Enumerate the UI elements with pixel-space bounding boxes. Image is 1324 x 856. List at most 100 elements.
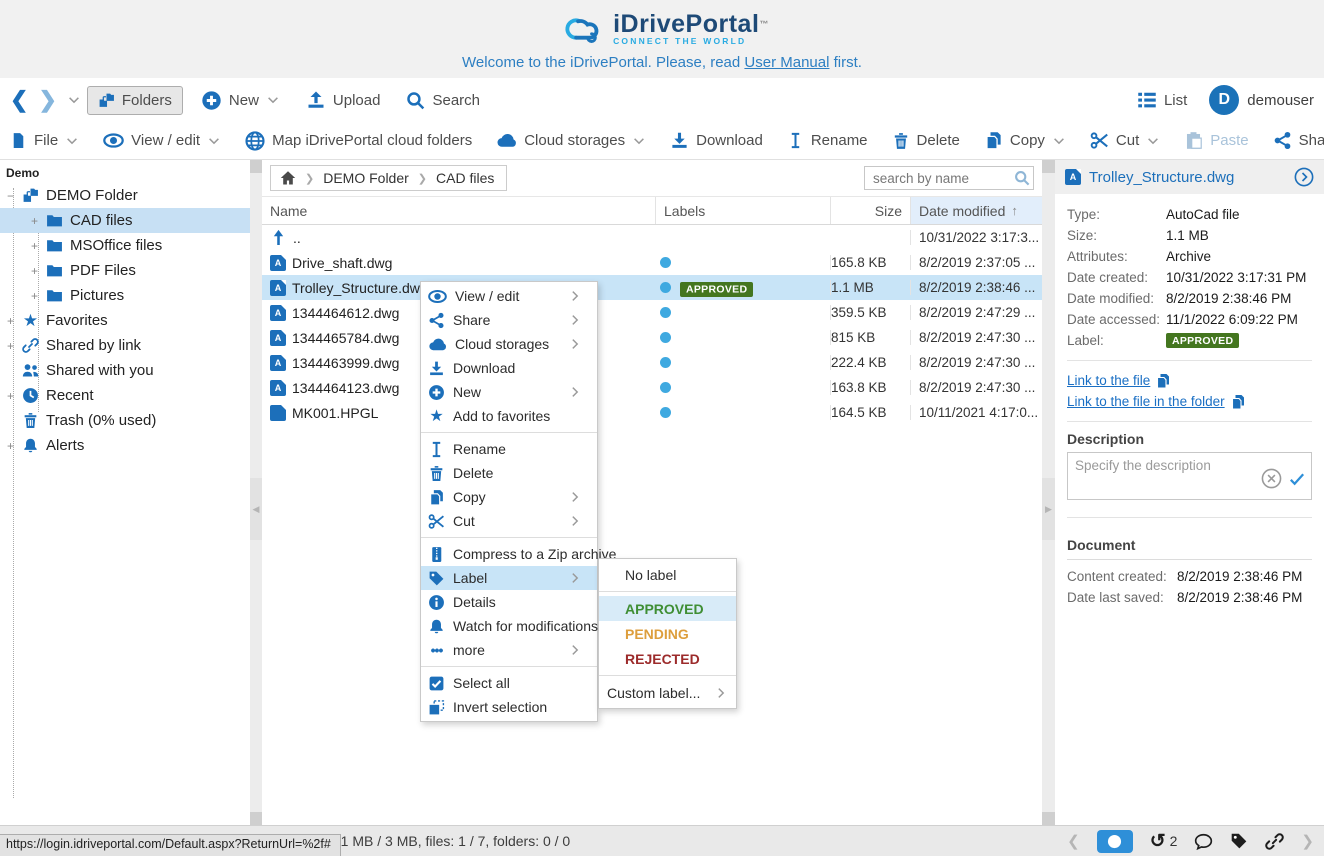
submenu-item-approved[interactable]: APPROVED bbox=[599, 596, 736, 621]
tree-expander[interactable]: − bbox=[7, 189, 22, 203]
column-header-size[interactable]: Size bbox=[830, 197, 910, 224]
map-cloud-folders-button[interactable]: Map iDrivePortal cloud folders bbox=[245, 131, 472, 151]
table-row-file-selected[interactable]: ATrolley_Structure.dwg APPROVED 1.1 MB 8… bbox=[262, 275, 1042, 300]
delete-button[interactable]: Delete bbox=[892, 132, 960, 150]
menu-item-select-all[interactable]: Select all bbox=[421, 671, 597, 695]
tree-expander[interactable]: + bbox=[31, 264, 46, 278]
link-to-file[interactable]: Link to the file bbox=[1067, 370, 1312, 391]
menu-item-cloud-storages[interactable]: Cloud storages bbox=[421, 332, 597, 356]
cloud-storages-button[interactable]: Cloud storages bbox=[496, 130, 646, 151]
sidebar-item-recent[interactable]: + Recent bbox=[0, 383, 250, 408]
home-icon[interactable] bbox=[280, 170, 296, 186]
menu-item-share[interactable]: Share bbox=[421, 308, 597, 332]
menu-item-add-to-favorites[interactable]: ★Add to favorites bbox=[421, 404, 597, 428]
sidebar-item-trash[interactable]: Trash (0% used) bbox=[0, 408, 250, 433]
menu-item-rename[interactable]: Rename bbox=[421, 437, 597, 461]
breadcrumb-demo-folder[interactable]: DEMO Folder bbox=[323, 170, 409, 186]
links-tab-button[interactable] bbox=[1265, 832, 1284, 851]
tree-expander[interactable]: + bbox=[31, 239, 46, 253]
paste-button[interactable]: Paste bbox=[1184, 131, 1248, 150]
tree-expander[interactable]: + bbox=[7, 339, 22, 353]
labels-tab-button[interactable] bbox=[1230, 832, 1248, 850]
menu-item-new[interactable]: New bbox=[421, 380, 597, 404]
folders-button[interactable]: Folders bbox=[87, 86, 183, 115]
label-dot[interactable] bbox=[660, 257, 671, 268]
menu-item-watch-modifications[interactable]: Watch for modifications bbox=[421, 614, 597, 638]
copy-icon[interactable] bbox=[1230, 394, 1246, 410]
menu-item-invert-selection[interactable]: Invert selection bbox=[421, 695, 597, 719]
sidebar-item-cad-files[interactable]: + CAD files bbox=[0, 208, 250, 233]
new-button[interactable]: New bbox=[201, 90, 280, 111]
label-dot[interactable] bbox=[660, 307, 671, 318]
left-splitter[interactable]: ◀ bbox=[250, 160, 262, 825]
table-row-up[interactable]: .. 10/31/2022 3:17:3... bbox=[262, 225, 1042, 250]
label-dot[interactable] bbox=[660, 382, 671, 393]
tree-expander[interactable]: + bbox=[7, 314, 22, 328]
share-button[interactable]: Share bbox=[1273, 131, 1324, 150]
submenu-item-rejected[interactable]: REJECTED bbox=[599, 646, 736, 671]
menu-item-delete[interactable]: Delete bbox=[421, 461, 597, 485]
panel-prev-icon[interactable]: ❮ bbox=[1067, 832, 1080, 850]
tree-expander[interactable]: + bbox=[7, 389, 22, 403]
menu-item-more[interactable]: •••more bbox=[421, 638, 597, 662]
submenu-item-no-label[interactable]: No label bbox=[599, 562, 736, 587]
table-row-file[interactable]: ADrive_shaft.dwg 165.8 KB 8/2/2019 2:37:… bbox=[262, 250, 1042, 275]
sidebar-item-demo-folder[interactable]: − DEMO Folder bbox=[0, 183, 250, 208]
search-button[interactable]: Search bbox=[406, 91, 480, 110]
view-edit-button[interactable]: View / edit bbox=[103, 130, 221, 151]
search-input[interactable] bbox=[864, 166, 1034, 190]
table-row-file[interactable]: A1344465784.dwg 815 KB 8/2/2019 2:47:30 … bbox=[262, 325, 1042, 350]
upload-button[interactable]: Upload bbox=[306, 90, 381, 110]
comments-tab-button[interactable] bbox=[1194, 832, 1213, 851]
tree-expander[interactable]: + bbox=[7, 439, 22, 453]
splitter-collapse-handle[interactable]: ◀ bbox=[250, 478, 262, 540]
sidebar-item-pictures[interactable]: + Pictures bbox=[0, 283, 250, 308]
label-dot[interactable] bbox=[660, 357, 671, 368]
menu-item-cut[interactable]: Cut bbox=[421, 509, 597, 533]
submenu-item-custom-label[interactable]: Custom label... bbox=[599, 680, 736, 705]
open-details-circle-icon[interactable] bbox=[1294, 167, 1314, 187]
column-header-labels[interactable]: Labels bbox=[655, 197, 830, 224]
clear-description-icon[interactable] bbox=[1261, 468, 1282, 489]
copy-icon[interactable] bbox=[1155, 373, 1171, 389]
user-menu[interactable]: D demouser bbox=[1209, 85, 1314, 115]
label-dot[interactable] bbox=[660, 407, 671, 418]
label-dot[interactable] bbox=[660, 282, 671, 293]
panel-next-icon[interactable]: ❯ bbox=[1301, 832, 1314, 850]
menu-item-download[interactable]: Download bbox=[421, 356, 597, 380]
back-button[interactable]: ❮ bbox=[10, 89, 28, 111]
list-view-button[interactable]: List bbox=[1137, 90, 1187, 110]
user-manual-link[interactable]: User Manual bbox=[744, 54, 829, 71]
search-icon[interactable] bbox=[1014, 170, 1030, 186]
history-dropdown-icon[interactable] bbox=[67, 93, 81, 107]
download-button[interactable]: Download bbox=[670, 131, 763, 150]
menu-item-copy[interactable]: Copy bbox=[421, 485, 597, 509]
right-splitter[interactable]: ▶ bbox=[1042, 160, 1055, 825]
info-tab-button[interactable] bbox=[1097, 830, 1133, 853]
cut-button[interactable]: Cut bbox=[1090, 131, 1160, 150]
tree-expander[interactable]: + bbox=[31, 214, 46, 228]
forward-button[interactable]: ❯ bbox=[38, 89, 56, 111]
link-to-file-in-folder[interactable]: Link to the file in the folder bbox=[1067, 391, 1312, 412]
history-tab-button[interactable]: ↺2 bbox=[1150, 832, 1178, 851]
submenu-item-pending[interactable]: PENDING bbox=[599, 621, 736, 646]
splitter-collapse-handle[interactable]: ▶ bbox=[1042, 478, 1055, 540]
sidebar-item-favorites[interactable]: + ★ Favorites bbox=[0, 308, 250, 333]
sidebar-item-msoffice-files[interactable]: + MSOffice files bbox=[0, 233, 250, 258]
rename-button[interactable]: Rename bbox=[787, 132, 868, 149]
table-row-file[interactable]: A1344464123.dwg 163.8 KB 8/2/2019 2:47:3… bbox=[262, 375, 1042, 400]
table-row-file[interactable]: MK001.HPGL 164.5 KB 10/11/2021 4:17:0... bbox=[262, 400, 1042, 425]
sidebar-item-pdf-files[interactable]: + PDF Files bbox=[0, 258, 250, 283]
menu-item-label[interactable]: Label bbox=[421, 566, 597, 590]
sidebar-item-shared-by-link[interactable]: + Shared by link bbox=[0, 333, 250, 358]
sidebar-item-shared-with-you[interactable]: Shared with you bbox=[0, 358, 250, 383]
sidebar-item-alerts[interactable]: + Alerts bbox=[0, 433, 250, 458]
file-menu-button[interactable]: File bbox=[10, 132, 79, 149]
copy-button[interactable]: Copy bbox=[984, 131, 1066, 150]
column-header-date-modified[interactable]: Date modified ↑ bbox=[910, 197, 1042, 224]
breadcrumb-cad-files[interactable]: CAD files bbox=[436, 170, 494, 186]
menu-item-compress-zip[interactable]: Compress to a Zip archive bbox=[421, 542, 597, 566]
table-row-file[interactable]: A1344464612.dwg 359.5 KB 8/2/2019 2:47:2… bbox=[262, 300, 1042, 325]
menu-item-details[interactable]: Details bbox=[421, 590, 597, 614]
tree-expander[interactable]: + bbox=[31, 289, 46, 303]
